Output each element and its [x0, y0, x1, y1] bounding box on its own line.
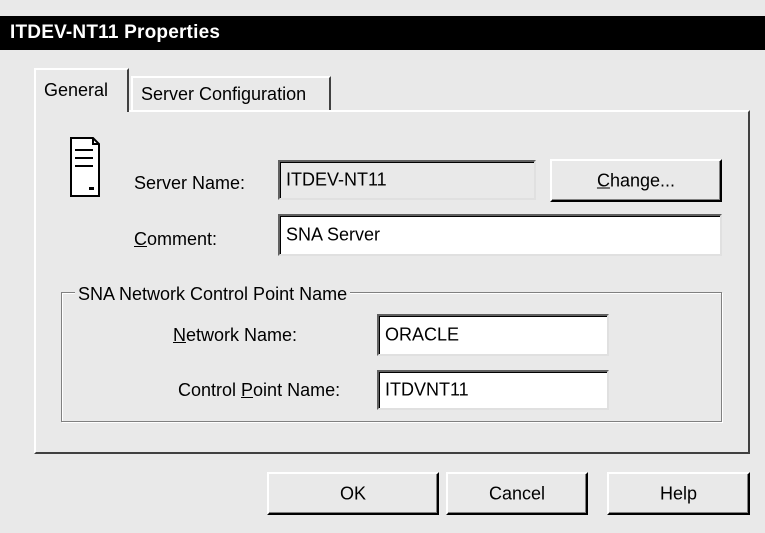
server-tower-icon: [70, 137, 100, 197]
title-bar[interactable]: ITDEV-NT11 Properties: [0, 16, 765, 50]
comment-label: Comment:: [134, 229, 218, 249]
ok-button-label: OK: [339, 483, 366, 503]
cancel-button-label: Cancel: [488, 483, 546, 503]
tab-general[interactable]: General: [34, 68, 129, 112]
tab-label: General: [44, 80, 109, 100]
server-name-label: Server Name:: [134, 173, 246, 193]
ok-button[interactable]: OK: [267, 472, 439, 515]
tab-label: Server Configuration: [141, 84, 307, 104]
help-button-label: Help: [659, 483, 698, 503]
tab-server-configuration[interactable]: Server Configuration: [131, 76, 331, 112]
comment-input[interactable]: SNA Server: [278, 214, 722, 256]
help-button[interactable]: Help: [607, 472, 750, 515]
network-name-label: Network Name:: [173, 325, 298, 345]
server-name-field: ITDEV-NT11: [278, 160, 536, 200]
groupbox-title: SNA Network Control Point Name: [75, 284, 351, 305]
control-point-name-input[interactable]: ITDVNT11: [377, 370, 609, 410]
network-name-value: ORACLE: [385, 324, 460, 345]
control-point-name-value: ITDVNT11: [385, 379, 469, 400]
server-name-value: ITDEV-NT11: [286, 169, 387, 190]
change-button-label: Change...: [596, 170, 676, 190]
network-name-input[interactable]: ORACLE: [377, 314, 609, 356]
properties-dialog: ITDEV-NT11 Properties Server Configurati…: [0, 0, 765, 533]
comment-value: SNA Server: [286, 224, 381, 245]
window-title: ITDEV-NT11 Properties: [10, 22, 221, 43]
control-point-name-label: Control Point Name:: [178, 380, 341, 400]
change-button[interactable]: Change...: [550, 159, 722, 202]
cancel-button[interactable]: Cancel: [446, 472, 588, 515]
